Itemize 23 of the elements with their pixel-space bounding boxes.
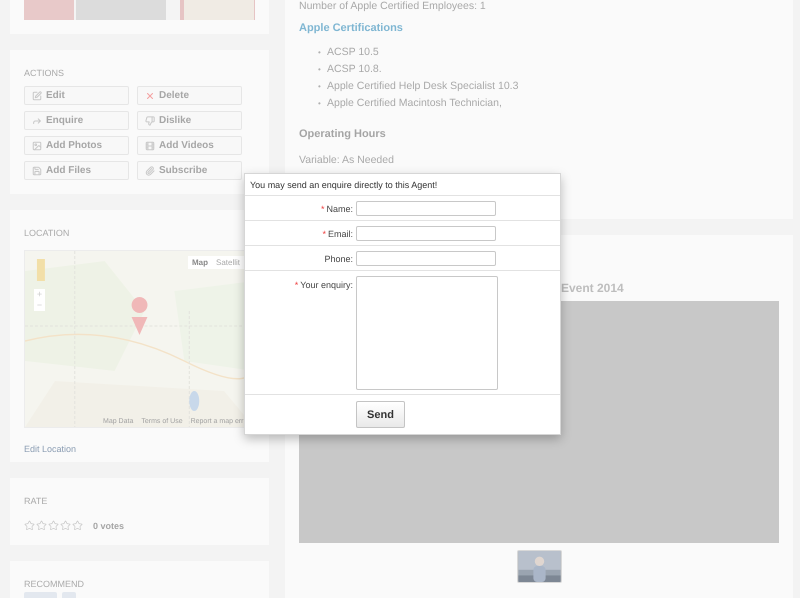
certification-item: ACSP 10.5 bbox=[327, 45, 379, 60]
certification-item: Apple Certified Help Desk Specialist 10.3 bbox=[327, 79, 518, 94]
section-title: ACTIONS bbox=[24, 68, 66, 78]
employees-text: Number of Apple Certified Employees: 1 bbox=[299, 0, 487, 12]
field-label: * Your enquiry: bbox=[294, 279, 353, 290]
bullet: • bbox=[318, 98, 322, 110]
bullet: • bbox=[318, 81, 322, 93]
certification-item: Apple Certified Macintosh Technician, bbox=[327, 96, 502, 111]
section-title: RECOMMEND bbox=[24, 579, 85, 589]
bullet: • bbox=[318, 47, 322, 59]
section-title: LOCATION bbox=[24, 228, 70, 238]
votes-count: 0 votes bbox=[93, 520, 124, 530]
field-label: * Name: bbox=[320, 204, 353, 214]
field-label: * Email: bbox=[321, 228, 353, 238]
video-title: Event 2014 bbox=[561, 281, 624, 295]
field-label: Phone: bbox=[323, 254, 353, 264]
certification-item: ACSP 10.8. bbox=[327, 62, 382, 77]
dialog-intro: You may send an enquire directly to this Agent! bbox=[245, 174, 560, 196]
bullet: • bbox=[318, 64, 322, 76]
certifications-heading: Apple Certifications bbox=[299, 22, 404, 34]
section-title: RATE bbox=[24, 496, 48, 506]
hours-text: Variable: As Needed bbox=[299, 154, 395, 166]
hours-heading: Operating Hours bbox=[299, 128, 387, 140]
